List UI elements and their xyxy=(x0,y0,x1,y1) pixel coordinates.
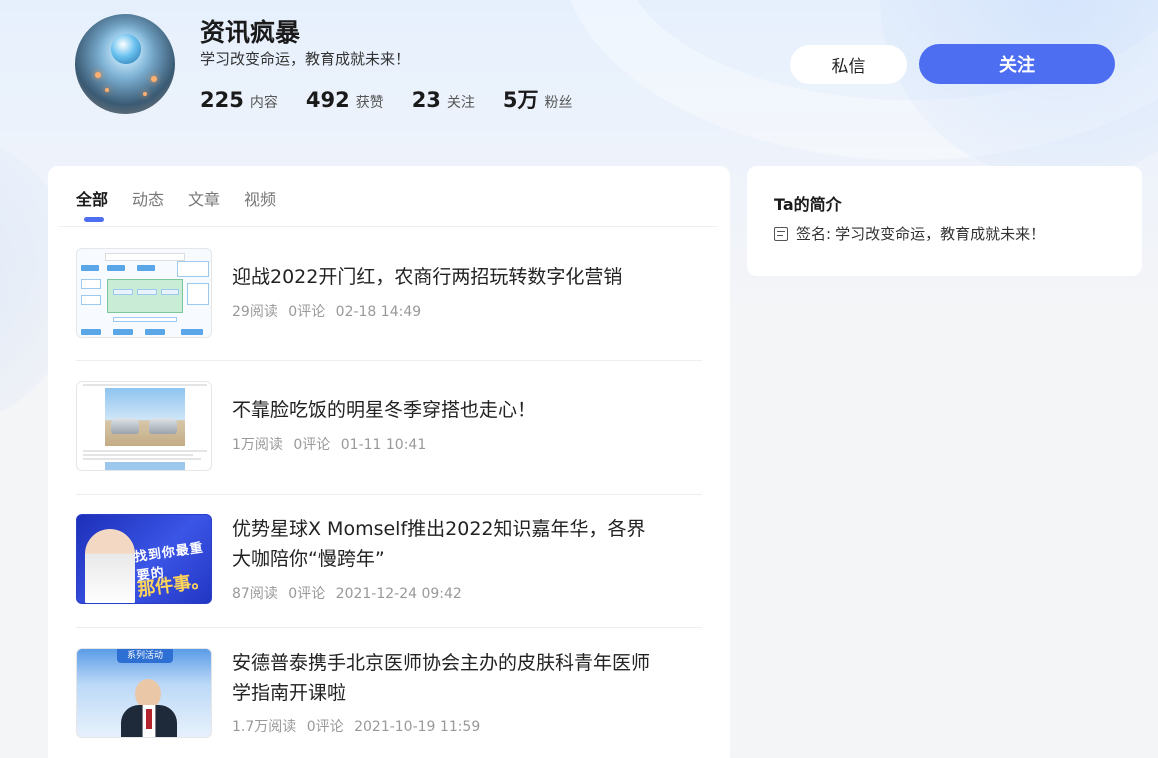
feed-item[interactable]: 不靠脸吃饭的明星冬季穿搭也走心！ 1万阅读 0评论 01-11 10:41 xyxy=(76,361,702,495)
read-count: 29阅读 xyxy=(232,304,278,320)
document-icon xyxy=(774,226,788,241)
stat-label: 粉丝 xyxy=(544,95,573,111)
comment-count: 0评论 xyxy=(288,586,326,602)
content-feed-card: 全部 动态 文章 视频 迎战2022开门红，农商行两招玩转数字化营销 29阅读 … xyxy=(48,166,730,758)
stat-label: 获赞 xyxy=(355,95,384,111)
stat-number: 5万 xyxy=(502,88,539,112)
feed-item-meta: 29阅读 0评论 02-18 14:49 xyxy=(232,301,427,321)
publish-time: 2021-12-24 09:42 xyxy=(335,586,462,602)
feed-item[interactable]: 找到你最重要的 那件事。 优势星球X Momself推出2022知识嘉年华，各界… xyxy=(76,494,702,628)
feed-item[interactable]: 迎战2022开门红，农商行两招玩转数字化营销 29阅读 0评论 02-18 14… xyxy=(76,227,702,361)
read-count: 1万阅读 xyxy=(232,437,283,453)
stat-content: 225 内容 xyxy=(200,88,278,112)
profile-motto: 学习改变命运，教育成就未来！ xyxy=(200,50,411,68)
feed-item-title[interactable]: 不靠脸吃饭的明星冬季穿搭也走心！ xyxy=(232,395,652,425)
feed-thumbnail[interactable] xyxy=(76,248,212,338)
follow-button[interactable]: 关注 xyxy=(919,44,1115,84)
publish-time: 2021-10-19 11:59 xyxy=(354,719,481,735)
comment-count: 0评论 xyxy=(288,304,326,320)
feed-thumbnail[interactable] xyxy=(76,381,212,471)
read-count: 87阅读 xyxy=(232,586,278,602)
feed-item[interactable]: 系列活动 安德普泰携手北京医师协会主办的皮肤科青年医师学指南开课啦 1.7万阅读… xyxy=(76,628,702,758)
globe-icon xyxy=(111,34,141,64)
signature-value: 学习改变命运，教育成就未来！ xyxy=(835,225,1046,243)
tab-videos[interactable]: 视频 xyxy=(244,186,276,222)
stat-number: 492 xyxy=(305,88,350,112)
feed-item-title[interactable]: 迎战2022开门红，农商行两招玩转数字化营销 xyxy=(232,262,652,292)
stat-likes: 492 获赞 xyxy=(306,88,384,112)
feed-item-title[interactable]: 安德普泰携手北京医师协会主办的皮肤科青年医师学指南开课啦 xyxy=(232,648,652,708)
signature-label: 签名: xyxy=(796,225,832,243)
publish-time: 01-11 10:41 xyxy=(340,437,427,453)
stat-number: 225 xyxy=(200,88,244,112)
tab-all[interactable]: 全部 xyxy=(76,186,108,222)
content-tabs: 全部 动态 文章 视频 xyxy=(76,186,300,222)
stat-following[interactable]: 23 关注 xyxy=(412,88,475,112)
intro-title: Ta的简介 xyxy=(774,195,842,214)
feed-item-meta: 1.7万阅读 0评论 2021-10-19 11:59 xyxy=(232,716,486,736)
stat-label: 关注 xyxy=(446,95,475,111)
tab-dynamic[interactable]: 动态 xyxy=(132,186,164,222)
feed-item-title[interactable]: 优势星球X Momself推出2022知识嘉年华，各界大咖陪你“慢跨年” xyxy=(232,514,652,574)
comment-count: 0评论 xyxy=(293,437,331,453)
profile-name: 资讯疯暴 xyxy=(200,18,301,47)
signature-row: 签名: 学习改变命运，教育成就未来！ xyxy=(774,223,1045,244)
feed-item-meta: 1万阅读 0评论 01-11 10:41 xyxy=(232,434,432,454)
message-button[interactable]: 私信 xyxy=(790,45,907,84)
read-count: 1.7万阅读 xyxy=(232,719,297,735)
profile-stats: 225 内容 492 获赞 23 关注 5万 粉丝 xyxy=(200,84,601,114)
feed-thumbnail[interactable]: 找到你最重要的 那件事。 xyxy=(76,514,212,604)
tab-articles[interactable]: 文章 xyxy=(188,186,220,222)
stat-number: 23 xyxy=(411,88,441,112)
feed-item-meta: 87阅读 0评论 2021-12-24 09:42 xyxy=(232,583,468,603)
avatar[interactable] xyxy=(75,14,175,114)
feed-thumbnail[interactable]: 系列活动 xyxy=(76,648,212,738)
stat-label: 内容 xyxy=(249,95,278,111)
stat-followers[interactable]: 5万 粉丝 xyxy=(503,84,573,114)
comment-count: 0评论 xyxy=(306,719,344,735)
publish-time: 02-18 14:49 xyxy=(335,304,422,320)
thumbnail-tag: 系列活动 xyxy=(117,649,173,663)
profile-intro-card: Ta的简介 签名: 学习改变命运，教育成就未来！ xyxy=(747,166,1142,276)
